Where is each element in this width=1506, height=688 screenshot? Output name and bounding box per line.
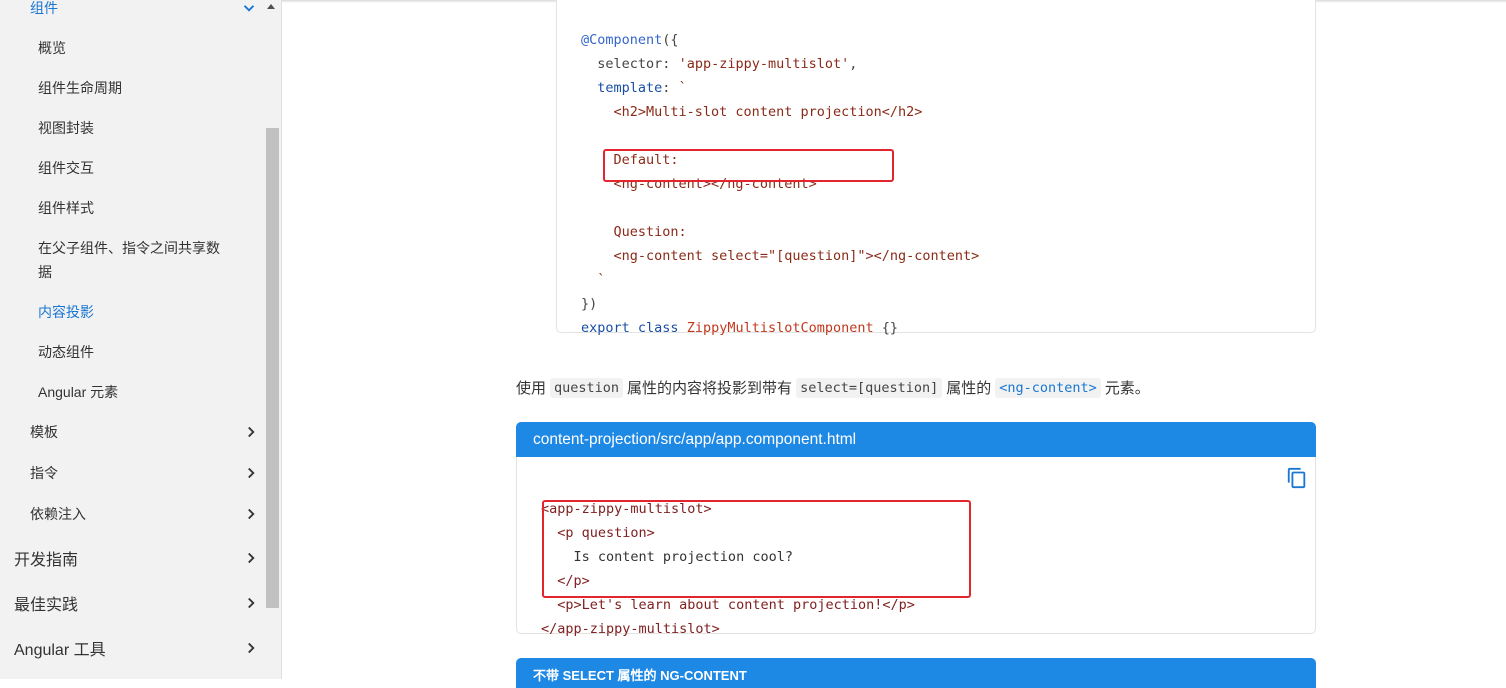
- highlight-box-question: [542, 500, 971, 598]
- sidebar-scroll-thumb[interactable]: [266, 128, 279, 608]
- sidebar-item-content-projection[interactable]: 内容投影: [38, 300, 238, 324]
- sidebar-category-di[interactable]: 依赖注入: [30, 503, 260, 525]
- sidebar-top-best-practices[interactable]: 最佳实践: [14, 591, 260, 615]
- description-paragraph: 使用 question 属性的内容将投影到带有 select=[question…: [516, 377, 1150, 398]
- chevron-down-icon: [240, 0, 258, 17]
- sidebar-item-dynamic-components[interactable]: 动态组件: [38, 340, 238, 364]
- sidebar-item-sharing-data[interactable]: 在父子组件、指令之间共享数 据: [38, 236, 238, 284]
- sidebar-top-angular-tools[interactable]: Angular 工具: [14, 636, 260, 660]
- code-listing-component: @Component({ selector: 'app-zippy-multis…: [581, 32, 980, 336]
- file-path-header: content-projection/src/app/app.component…: [516, 422, 1316, 457]
- sidebar-group-label: 组件: [30, 0, 58, 16]
- sidebar-item-component-styles[interactable]: 组件样式: [38, 196, 238, 220]
- highlight-box-ng-content: [603, 149, 894, 182]
- chevron-right-icon: [242, 549, 260, 567]
- chevron-right-icon: [242, 594, 260, 612]
- sidebar-group-components[interactable]: 组件: [30, 0, 260, 18]
- sidebar-top-dev-guide[interactable]: 开发指南: [14, 546, 260, 570]
- sidebar-category-templates[interactable]: 模板: [30, 421, 260, 443]
- chevron-right-icon: [242, 505, 260, 523]
- sidebar-item-overview[interactable]: 概览: [38, 36, 238, 60]
- sidebar-item-view-encapsulation[interactable]: 视图封装: [38, 116, 238, 140]
- sidebar-category-directives[interactable]: 指令: [30, 462, 260, 484]
- sidebar-item-component-interaction[interactable]: 组件交互: [38, 156, 238, 180]
- scroll-up-arrow-icon[interactable]: [267, 4, 275, 9]
- chevron-right-icon: [242, 464, 260, 482]
- chevron-right-icon: [242, 423, 260, 441]
- sidebar-item-angular-elements[interactable]: Angular 元素: [38, 380, 238, 404]
- sidebar-item-lifecycle[interactable]: 组件生命周期: [38, 76, 238, 100]
- copy-icon[interactable]: [1286, 466, 1308, 490]
- sidebar-nav: 组件 概览 组件生命周期 视图封装 组件交互 组件样式 在父子组件、指令之间共享…: [0, 0, 282, 679]
- chevron-right-icon: [242, 639, 260, 657]
- section-header-next: 不带 SELECT 属性的 NG-CONTENT: [516, 658, 1316, 688]
